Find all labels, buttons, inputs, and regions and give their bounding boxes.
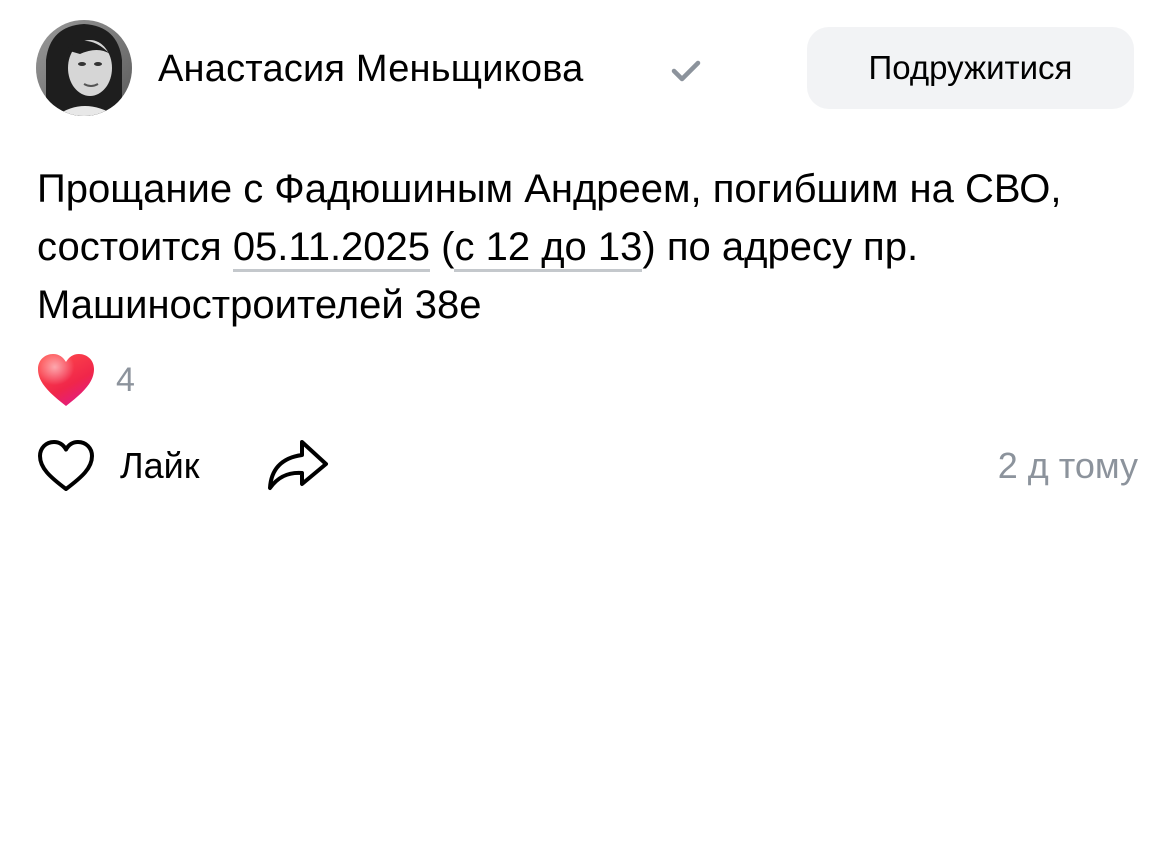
heart-outline-icon [38, 440, 94, 491]
author-name[interactable]: Анастасия Меньщикова [158, 46, 584, 92]
post-text: Прощание с Фадюшиным Андреем, погибшим н… [37, 160, 1137, 334]
share-arrow-icon[interactable] [266, 436, 330, 492]
heart-reaction-icon[interactable] [36, 352, 96, 408]
date-link[interactable]: 05.11.2025 [232, 225, 431, 272]
post-text-part: ( [430, 225, 455, 269]
avatar-image [36, 20, 132, 116]
like-label: Лайк [120, 445, 200, 486]
post-timestamp[interactable]: 2 д тому [998, 444, 1138, 488]
post-card: Анастасия Меньщикова Подружитися Прощани… [0, 0, 1170, 853]
add-friend-button[interactable]: Подружитися [807, 27, 1134, 109]
reaction-count[interactable]: 4 [116, 360, 135, 400]
avatar[interactable] [36, 20, 132, 116]
like-button[interactable]: Лайк [36, 436, 200, 496]
checkmark-icon [671, 60, 701, 82]
time-link[interactable]: с 12 до 13 [454, 225, 643, 272]
